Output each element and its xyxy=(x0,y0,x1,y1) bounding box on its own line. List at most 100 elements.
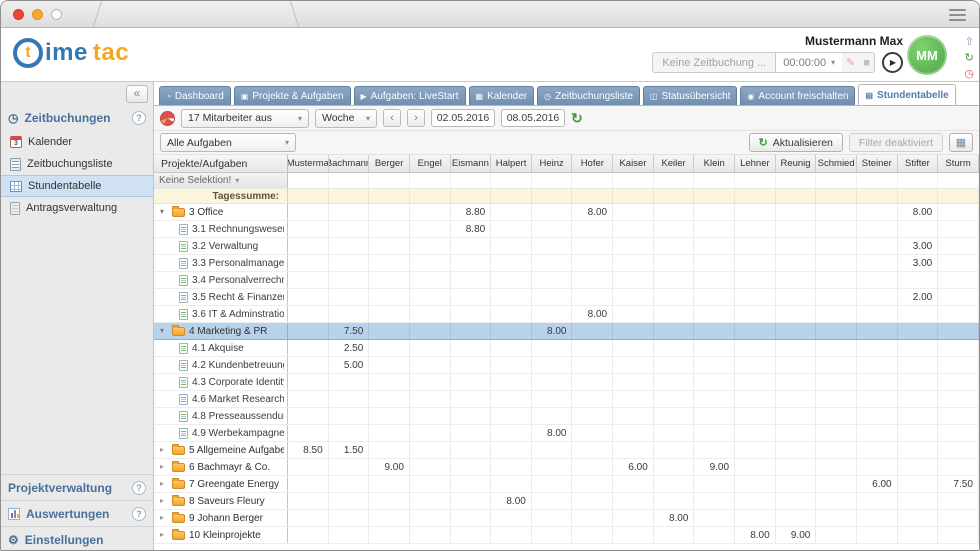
sidebar-section-einstellungen[interactable]: ⚙Einstellungen xyxy=(1,526,153,551)
hours-cell[interactable] xyxy=(410,408,451,424)
hours-cell[interactable] xyxy=(572,374,613,390)
hours-cell[interactable] xyxy=(694,340,735,356)
hours-cell[interactable] xyxy=(938,323,979,339)
hours-cell[interactable] xyxy=(369,391,410,407)
hours-cell[interactable] xyxy=(410,527,451,543)
hours-cell[interactable] xyxy=(613,340,654,356)
hours-cell[interactable] xyxy=(451,510,492,526)
hours-cell[interactable] xyxy=(898,306,939,322)
hours-cell[interactable] xyxy=(451,323,492,339)
hours-cell[interactable] xyxy=(735,221,776,237)
sidebar-section-zeitbuchungen[interactable]: ◷Zeitbuchungen? xyxy=(1,105,153,131)
hours-cell[interactable]: 6.00 xyxy=(857,476,898,492)
tab-kalender[interactable]: ▦Kalender xyxy=(469,86,535,106)
hours-cell[interactable] xyxy=(369,493,410,509)
hours-cell[interactable] xyxy=(288,255,329,271)
hours-cell[interactable] xyxy=(654,204,695,220)
hours-cell[interactable] xyxy=(613,442,654,458)
hours-cell[interactable] xyxy=(410,442,451,458)
hours-cell[interactable] xyxy=(410,272,451,288)
hours-cell[interactable] xyxy=(654,391,695,407)
hours-cell[interactable] xyxy=(329,374,370,390)
tab-projekte-aufgaben[interactable]: ▣Projekte & Aufgaben xyxy=(234,86,351,106)
hours-cell[interactable] xyxy=(410,374,451,390)
hours-cell[interactable] xyxy=(816,391,857,407)
hours-cell[interactable] xyxy=(410,476,451,492)
column-header-projects[interactable]: Projekte/Aufgaben xyxy=(154,155,288,172)
hours-cell[interactable] xyxy=(451,425,492,441)
hours-cell[interactable] xyxy=(572,357,613,373)
column-header-heinz[interactable]: Heinz xyxy=(532,155,573,172)
hours-cell[interactable] xyxy=(654,493,695,509)
hours-cell[interactable] xyxy=(613,204,654,220)
hours-cell[interactable] xyxy=(898,527,939,543)
hours-cell[interactable] xyxy=(816,323,857,339)
hours-cell[interactable] xyxy=(288,476,329,492)
hours-cell[interactable] xyxy=(694,408,735,424)
hours-cell[interactable] xyxy=(898,340,939,356)
hours-cell[interactable] xyxy=(898,221,939,237)
hours-cell[interactable] xyxy=(451,476,492,492)
hours-cell[interactable] xyxy=(938,510,979,526)
hours-cell[interactable]: 8.00 xyxy=(572,306,613,322)
hours-cell[interactable] xyxy=(857,357,898,373)
hours-cell[interactable] xyxy=(776,306,817,322)
hours-cell[interactable] xyxy=(288,459,329,475)
hours-cell[interactable] xyxy=(857,391,898,407)
hours-cell[interactable] xyxy=(329,493,370,509)
hours-cell[interactable] xyxy=(898,408,939,424)
hours-cell[interactable] xyxy=(491,357,532,373)
hours-cell[interactable] xyxy=(329,221,370,237)
hours-cell[interactable] xyxy=(735,340,776,356)
refresh-icon[interactable]: ↻ xyxy=(571,110,583,127)
sidebar-section-auswertungen[interactable]: Auswertungen? xyxy=(1,500,153,526)
hours-cell[interactable] xyxy=(938,221,979,237)
hours-cell[interactable] xyxy=(532,408,573,424)
hours-cell[interactable]: 8.00 xyxy=(572,204,613,220)
hours-cell[interactable] xyxy=(410,459,451,475)
column-header-halpert[interactable]: Halpert xyxy=(491,155,532,172)
hours-cell[interactable] xyxy=(776,289,817,305)
hours-cell[interactable] xyxy=(288,374,329,390)
hours-cell[interactable] xyxy=(410,493,451,509)
hours-cell[interactable] xyxy=(288,272,329,288)
hours-cell[interactable] xyxy=(857,408,898,424)
hours-cell[interactable] xyxy=(491,289,532,305)
chevron-down-icon[interactable]: ▾ xyxy=(160,208,168,216)
hours-cell[interactable] xyxy=(938,357,979,373)
table-row-9-johann-berger[interactable]: ▸9 Johann Berger8.00 xyxy=(154,510,979,527)
chevron-right-icon[interactable]: ▸ xyxy=(160,463,168,471)
hours-cell[interactable] xyxy=(288,289,329,305)
next-period-button[interactable]: › xyxy=(407,109,425,127)
hours-cell[interactable] xyxy=(857,306,898,322)
hours-cell[interactable] xyxy=(938,391,979,407)
column-header-bachmann[interactable]: Bachmann xyxy=(329,155,370,172)
hours-cell[interactable] xyxy=(532,221,573,237)
grid-view-button[interactable]: ▦ xyxy=(949,133,973,152)
hours-cell[interactable] xyxy=(451,255,492,271)
hours-cell[interactable] xyxy=(329,306,370,322)
hours-cell[interactable] xyxy=(288,323,329,339)
table-row-3-2-verwaltung[interactable]: 3.2 Verwaltung3.00 xyxy=(154,238,979,255)
table-row-10-kleinprojekte[interactable]: ▸10 Kleinprojekte8.009.00 xyxy=(154,527,979,544)
hours-cell[interactable] xyxy=(451,493,492,509)
hours-cell[interactable] xyxy=(654,323,695,339)
hours-cell[interactable]: 8.00 xyxy=(735,527,776,543)
refresh-button[interactable]: ↻ Aktualisieren xyxy=(749,133,843,152)
hours-cell[interactable] xyxy=(694,272,735,288)
hours-cell[interactable] xyxy=(410,306,451,322)
hours-cell[interactable] xyxy=(329,527,370,543)
hours-cell[interactable] xyxy=(816,340,857,356)
sidebar-item-zeitbuchungsliste[interactable]: Zeitbuchungsliste xyxy=(1,153,153,175)
hours-cell[interactable]: 3.00 xyxy=(898,255,939,271)
hours-cell[interactable] xyxy=(816,289,857,305)
hours-cell[interactable] xyxy=(735,408,776,424)
hours-cell[interactable] xyxy=(654,357,695,373)
hours-cell[interactable] xyxy=(613,289,654,305)
hours-cell[interactable] xyxy=(329,289,370,305)
hours-cell[interactable] xyxy=(329,272,370,288)
hours-cell[interactable] xyxy=(938,374,979,390)
hours-cell[interactable] xyxy=(694,493,735,509)
alarm-clock-icon[interactable]: ◷ xyxy=(964,68,974,80)
hours-cell[interactable] xyxy=(613,510,654,526)
